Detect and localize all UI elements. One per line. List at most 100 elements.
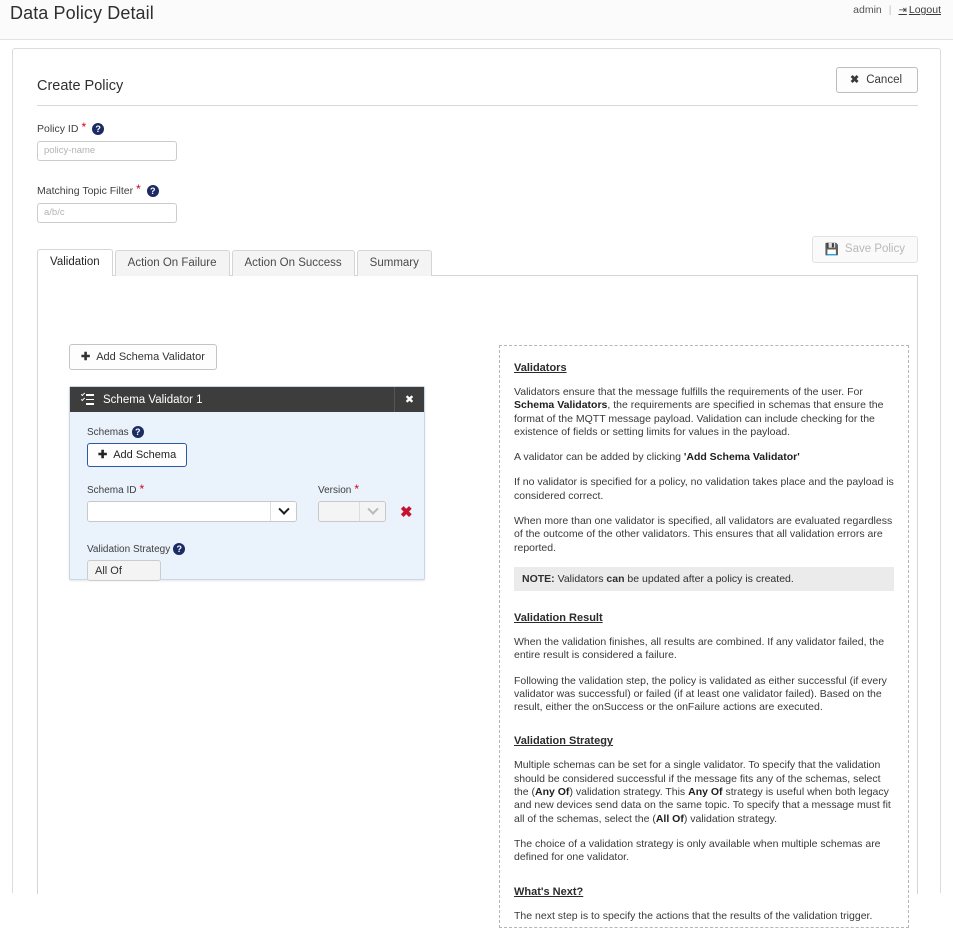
schema-id-value xyxy=(88,502,270,521)
version-select[interactable] xyxy=(318,501,386,522)
schema-id-select[interactable] xyxy=(87,501,297,522)
close-icon: ✖ xyxy=(850,74,860,86)
doc-text: be updated after a policy is created. xyxy=(624,572,794,585)
version-value xyxy=(319,502,359,521)
required-marker: * xyxy=(354,482,360,496)
logout-link[interactable]: ⇥ Logout xyxy=(898,4,941,16)
logout-label: Logout xyxy=(908,4,941,16)
required-marker: * xyxy=(136,182,141,196)
doc-text: ) validation strategy. xyxy=(683,812,778,825)
doc-text-bold: Schema Validators xyxy=(514,399,608,412)
doc-text-bold: Any Of xyxy=(535,786,570,799)
required-marker: * xyxy=(139,482,145,496)
doc-text: Validators ensure that the message fulfi… xyxy=(514,386,863,398)
tab-action-on-success[interactable]: Action On Success xyxy=(231,250,355,276)
schema-validator-body: Schemas ? ✚ Add Schema Schema ID * Versi… xyxy=(70,412,424,581)
validation-strategy-value: All Of xyxy=(95,564,122,577)
save-policy-button[interactable]: 💾 Save Policy xyxy=(811,236,918,263)
doc-text-bold: 'Add Schema Validator' xyxy=(683,451,800,464)
doc-paragraph-validators-2: A validator can be added by clicking 'Ad… xyxy=(514,451,894,464)
schemas-label: Schemas ? xyxy=(87,426,424,438)
doc-heading-validation-result: Validation Result xyxy=(514,611,603,624)
page-title: Data Policy Detail xyxy=(10,3,154,23)
doc-paragraph-validators-3: If no validator is specified for a polic… xyxy=(514,476,894,502)
add-schema-validator-button[interactable]: ✚ Add Schema Validator xyxy=(69,344,217,370)
user-area: admin | ⇥ Logout xyxy=(853,4,941,16)
policy-id-field-group: Policy ID * ? xyxy=(37,120,177,161)
version-group: Version * xyxy=(318,482,386,522)
doc-text-bold: All Of xyxy=(655,812,684,825)
section-title: Create Policy xyxy=(37,78,124,94)
cancel-button-label: Cancel xyxy=(866,73,903,86)
doc-paragraph-strategy-1: Multiple schemas can be set for a single… xyxy=(514,759,894,825)
topic-filter-field-group: Matching Topic Filter * ? xyxy=(37,182,177,223)
schema-validator-title-group: Schema Validator 1 xyxy=(70,391,203,406)
validation-strategy-select[interactable]: All Of xyxy=(87,560,161,581)
content-card: Create Policy ✖ Cancel Policy ID * ? Mat… xyxy=(12,48,941,928)
username-label: admin xyxy=(853,4,882,16)
add-schema-validator-label: Add Schema Validator xyxy=(96,350,205,363)
tab-bar-wrap: Validation Action On Failure Action On S… xyxy=(37,236,918,276)
schema-id-label-text: Schema ID xyxy=(87,485,137,496)
section-header: Create Policy ✖ Cancel xyxy=(37,67,918,106)
doc-paragraph-validators-1: Validators ensure that the message fulfi… xyxy=(514,386,894,439)
doc-note: NOTE: Validators can be updated after a … xyxy=(514,566,894,591)
question-mark-icon[interactable]: ? xyxy=(173,543,186,555)
doc-paragraph-result-1: When the validation finishes, all result… xyxy=(514,635,885,662)
doc-paragraph-validators-4: When more than one validator is specifie… xyxy=(514,515,893,554)
question-mark-icon[interactable]: ? xyxy=(131,426,144,438)
schema-validator-card: Schema Validator 1 ✖ Schemas ? ✚ Add Sch… xyxy=(69,386,425,581)
doc-text: ) validation strategy. This xyxy=(569,786,689,799)
tab-action-on-failure[interactable]: Action On Failure xyxy=(114,250,230,276)
doc-note-label: NOTE: xyxy=(522,572,555,585)
doc-text-bold: Any Of xyxy=(688,786,723,799)
topic-filter-label: Matching Topic Filter * ? xyxy=(37,182,177,197)
schema-row: Schema ID * Version * ✖ xyxy=(87,482,413,522)
schema-validator-header: Schema Validator 1 ✖ xyxy=(70,387,424,412)
policy-id-input[interactable] xyxy=(37,140,177,161)
question-mark-icon[interactable]: ? xyxy=(146,185,159,197)
add-schema-button[interactable]: ✚ Add Schema xyxy=(87,443,188,467)
topic-filter-input[interactable] xyxy=(37,202,177,223)
schema-validator-title: Schema Validator 1 xyxy=(103,393,203,406)
plus-icon: ✚ xyxy=(81,351,91,363)
cancel-button[interactable]: ✖ Cancel xyxy=(836,67,918,93)
doc-text: Validators xyxy=(554,572,607,585)
list-check-icon xyxy=(80,391,94,405)
doc-heading-whats-next: What's Next? xyxy=(514,885,584,898)
sign-out-icon: ⇥ xyxy=(898,5,907,16)
topic-filter-label-text: Matching Topic Filter xyxy=(37,185,134,197)
schemas-label-text: Schemas xyxy=(87,426,129,438)
doc-text-bold: can xyxy=(606,572,625,585)
save-policy-label: Save Policy xyxy=(844,243,905,255)
save-disk-icon: 💾 xyxy=(824,244,839,256)
chevron-down-icon xyxy=(270,502,296,521)
tab-bar: Validation Action On Failure Action On S… xyxy=(37,249,918,276)
required-marker: * xyxy=(81,120,87,134)
doc-paragraph-strategy-2: The choice of a validation strategy is o… xyxy=(514,837,881,864)
doc-paragraph-result-2: Following the validation step, the polic… xyxy=(514,674,887,714)
policy-id-label: Policy ID * ? xyxy=(37,120,177,135)
tab-validation[interactable]: Validation xyxy=(37,249,113,276)
question-mark-icon[interactable]: ? xyxy=(92,123,105,135)
doc-heading-validation-strategy: Validation Strategy xyxy=(514,735,614,748)
policy-id-label-text: Policy ID xyxy=(37,123,79,135)
delete-x-icon[interactable]: ✖ xyxy=(400,505,413,520)
doc-text: A validator can be added by clicking xyxy=(514,451,684,464)
add-schema-label: Add Schema xyxy=(113,448,177,461)
doc-paragraph-next: The next step is to specify the actions … xyxy=(514,909,873,922)
version-label: Version * xyxy=(318,482,386,497)
top-bar: Data Policy Detail admin | ⇥ Logout xyxy=(0,0,953,40)
help-documentation-panel: Validators Validators ensure that the me… xyxy=(499,345,909,928)
doc-heading-validators: Validators xyxy=(514,362,567,374)
validation-strategy-group: Validation Strategy ? All Of xyxy=(87,543,186,581)
version-label-text: Version xyxy=(318,485,352,496)
validation-strategy-label-text: Validation Strategy xyxy=(87,543,171,555)
separator: | xyxy=(888,4,892,16)
chevron-down-icon xyxy=(359,502,385,521)
schema-id-group: Schema ID * xyxy=(87,482,297,522)
validation-strategy-label: Validation Strategy ? xyxy=(87,543,186,555)
tab-summary[interactable]: Summary xyxy=(356,250,432,276)
close-icon[interactable]: ✖ xyxy=(394,387,424,412)
schema-id-label: Schema ID * xyxy=(87,482,297,497)
